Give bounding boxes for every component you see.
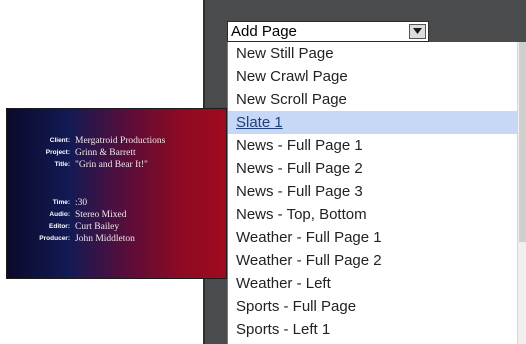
option-news-full-page-3[interactable]: News - Full Page 3 (228, 180, 518, 203)
slate-row-producer: Producer: John Middleton (7, 233, 228, 245)
slate-value: :30 (75, 198, 88, 208)
slate-value: John Middleton (75, 234, 135, 244)
option-weather-full-page-1[interactable]: Weather - Full Page 1 (228, 226, 518, 249)
slate-label: Time: (52, 199, 70, 206)
slate-preview: Client: Mergatroid Productions Project: … (6, 108, 227, 279)
slate-row-project: Project: Grinn & Barrett (7, 147, 228, 159)
list-scrollbar[interactable] (517, 42, 526, 344)
slate-row-title: Title: "Grin and Bear It!" (7, 159, 228, 171)
option-news-top-bottom[interactable]: News - Top, Bottom (228, 203, 518, 226)
option-news-full-page-1[interactable]: News - Full Page 1 (228, 134, 518, 157)
option-weather-left[interactable]: Weather - Left (228, 272, 518, 295)
option-new-scroll-page[interactable]: New Scroll Page (228, 88, 518, 111)
dropdown-option-list[interactable]: New Still Page New Crawl Page New Scroll… (227, 42, 526, 344)
slate-value: Grinn & Barrett (75, 148, 136, 158)
slate-label: Producer: (39, 235, 70, 242)
option-sports-full-page[interactable]: Sports - Full Page (228, 295, 518, 318)
slate-row-editor: Editor: Curt Bailey (7, 221, 228, 233)
slate-label: Project: (45, 149, 70, 156)
option-sports-left-1[interactable]: Sports - Left 1 (228, 318, 518, 341)
slate-value: Mergatroid Productions (75, 136, 166, 146)
option-weather-full-page-2[interactable]: Weather - Full Page 2 (228, 249, 518, 272)
slate-row-audio: Audio: Stereo Mixed (7, 209, 228, 221)
slate-value: Curt Bailey (75, 222, 120, 232)
slate-label: Client: (49, 137, 70, 144)
slate-label: Editor: (49, 223, 70, 230)
slate-value: Stereo Mixed (75, 210, 127, 220)
slate-value: "Grin and Bear It!" (75, 160, 148, 170)
dropdown-toggle-button[interactable] (409, 24, 426, 39)
option-slate-1[interactable]: Slate 1 (228, 111, 518, 134)
slate-row-time: Time: :30 (7, 197, 228, 209)
add-page-dropdown[interactable]: Add Page (227, 21, 429, 42)
option-new-crawl-page[interactable]: New Crawl Page (228, 65, 518, 88)
chevron-down-icon (413, 28, 422, 34)
option-news-full-page-2[interactable]: News - Full Page 2 (228, 157, 518, 180)
option-new-still-page[interactable]: New Still Page (228, 42, 518, 65)
slate-label: Title: (54, 161, 70, 168)
slate-row-client: Client: Mergatroid Productions (7, 135, 228, 147)
dropdown-selected-value: Add Page (231, 23, 297, 40)
scrollbar-thumb[interactable] (519, 42, 526, 242)
slate-label: Audio: (49, 211, 70, 218)
